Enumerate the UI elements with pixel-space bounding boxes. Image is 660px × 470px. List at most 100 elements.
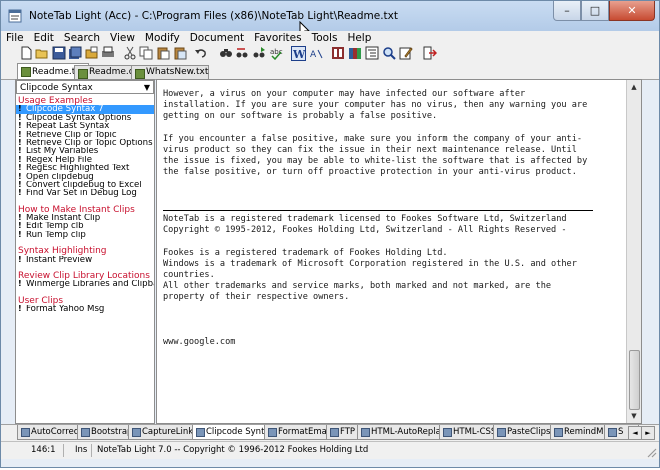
menu-view[interactable]: View (105, 31, 140, 45)
editor-text-block2[interactable]: NoteTab is a registered trademark licens… (163, 214, 633, 348)
clip-group-heading[interactable]: Syntax Highlighting (16, 247, 154, 256)
clip-item[interactable]: Retrieve Clip or Topic Options (16, 139, 154, 147)
menu-help[interactable]: Help (342, 31, 376, 45)
cut-icon[interactable] (123, 46, 137, 60)
find-icon[interactable] (219, 46, 233, 60)
library-icon[interactable] (348, 46, 362, 60)
tab-label: PasteClips (507, 427, 551, 437)
save-all-icon[interactable] (68, 46, 82, 60)
scroll-tabs-right-icon[interactable]: ► (641, 426, 655, 440)
exit-icon[interactable] (423, 46, 437, 60)
clip-item[interactable]: Open clipdebug (16, 173, 154, 181)
clip-item[interactable]: Repeat Last Syntax (16, 122, 154, 130)
quick-search-icon[interactable] (382, 46, 396, 60)
editor-text-block1[interactable]: However, a virus on your computer may ha… (163, 89, 633, 179)
clip-item[interactable]: Regex Help File (16, 156, 154, 164)
edit-clip-icon[interactable] (399, 46, 413, 60)
insert-mode: Ins (75, 445, 88, 455)
menu-favorites[interactable]: Favorites (249, 31, 306, 45)
save-icon[interactable] (52, 46, 66, 60)
status-info: NoteTab Light 7.0 -- Copyright © 1996-20… (97, 445, 369, 455)
clip-item[interactable]: List My Variables (16, 147, 154, 155)
tab-label: FormatEmail (278, 427, 332, 437)
library-icon (196, 428, 205, 437)
library-icon (608, 428, 617, 437)
font-size-icon[interactable]: A (310, 46, 324, 60)
scroll-up-icon[interactable]: ▲ (627, 80, 641, 94)
clip-library-value: Clipcode Syntax (20, 83, 93, 93)
cliptab-html-autoreplace[interactable]: HTML-AutoReplace (357, 425, 452, 440)
title-bar[interactable]: NoteTab Light (Acc) - C:\Program Files (… (1, 1, 659, 38)
replace-icon[interactable] (235, 46, 249, 60)
resize-grip-icon[interactable] (645, 446, 657, 458)
find-next-icon[interactable] (252, 46, 266, 60)
library-icon (268, 428, 277, 437)
close-button[interactable]: ✕ (609, 1, 655, 21)
clip-item[interactable]: Retrieve Clip or Topic (16, 131, 154, 139)
scrollbar-thumb[interactable] (629, 350, 640, 410)
tab-label: S (618, 427, 624, 437)
menu-tools[interactable]: Tools (307, 31, 343, 45)
clip-list: Usage ExamplesClipcode Syntax 7Clipcode … (16, 96, 154, 314)
print-icon[interactable] (101, 46, 115, 60)
document-icon (21, 67, 31, 77)
clip-item[interactable]: Make Instant Clip (16, 214, 154, 222)
paste-icon[interactable] (156, 46, 170, 60)
separator-line (163, 210, 593, 211)
tab-label: HTML-CSS (453, 427, 497, 437)
clip-item[interactable]: Find Var Set in Debug Log (16, 189, 154, 197)
clip-item[interactable]: Convert clipdebug to Excel (16, 181, 154, 189)
spell-check-icon[interactable]: abc (269, 46, 283, 60)
document-tab-bar: Readme.txt Readme.otl WhatsNew.txt (1, 63, 659, 80)
clip-item[interactable]: Format Yahoo Msg (16, 305, 154, 313)
menu-document[interactable]: Document (185, 31, 249, 45)
undo-icon[interactable] (194, 46, 208, 60)
library-icon (361, 428, 370, 437)
chevron-down-icon[interactable]: ▼ (144, 81, 150, 95)
tab-whatsnew-txt[interactable]: WhatsNew.txt (131, 65, 209, 79)
minimize-button[interactable]: – (553, 1, 581, 21)
status-divider (91, 444, 92, 457)
outline-icon[interactable] (365, 46, 379, 60)
open-icon[interactable] (35, 46, 49, 60)
paste-special-icon[interactable] (173, 46, 187, 60)
svg-text:A: A (310, 50, 317, 60)
document-icon (135, 69, 145, 79)
svg-text:W: W (292, 48, 306, 61)
maximize-button[interactable]: □ (581, 1, 609, 21)
clipbook-panel: Clipcode Syntax ▼ Usage ExamplesClipcode… (15, 79, 155, 424)
clip-item[interactable]: Edit Temp clb (16, 222, 154, 230)
clip-item[interactable]: Run Temp clip (16, 231, 154, 239)
menu-file[interactable]: File (1, 31, 29, 45)
vertical-scrollbar[interactable]: ▲ ▼ (626, 80, 641, 423)
clip-library-tab-bar: AutoCorrect Bootstrap CaptureLinks Clipc… (1, 424, 659, 441)
clip-item[interactable]: RegEsc Highlighted Text (16, 164, 154, 172)
clip-item[interactable]: Winmerge Libraries and Clipbars (16, 280, 154, 288)
app-window: NoteTab Light (Acc) - C:\Program Files (… (0, 0, 660, 468)
clip-item[interactable]: Instant Preview (16, 256, 154, 264)
clip-group-heading[interactable]: Review Clip Library Locations (16, 271, 154, 280)
clip-group-heading[interactable]: Usage Examples (16, 96, 154, 105)
menu-search[interactable]: Search (59, 31, 105, 45)
tab-label: FTP (340, 427, 356, 437)
library-icon (21, 428, 30, 437)
editor-area[interactable]: However, a virus on your computer may ha… (156, 79, 642, 424)
menu-modify[interactable]: Modify (140, 31, 185, 45)
new-icon[interactable] (19, 46, 33, 60)
tab-label: RemindMe (564, 427, 609, 437)
tab-label: AutoCorrect (31, 427, 82, 437)
menu-edit[interactable]: Edit (29, 31, 59, 45)
clip-group-heading[interactable]: User Clips (16, 296, 154, 305)
clip-item[interactable]: Clipcode Syntax Options (16, 114, 154, 122)
scroll-tabs-left-icon[interactable]: ◄ (628, 426, 642, 440)
app-icon (8, 9, 22, 23)
tab-label: Bootstrap (91, 427, 133, 437)
clip-group-heading[interactable]: How to Make Instant Clips (16, 205, 154, 214)
scroll-down-icon[interactable]: ▼ (627, 409, 641, 423)
open-folder-icon[interactable] (85, 46, 99, 60)
clip-item[interactable]: Clipcode Syntax 7 (16, 105, 154, 114)
copy-icon[interactable] (139, 46, 153, 60)
clip-library-select[interactable]: Clipcode Syntax ▼ (16, 80, 154, 94)
document-properties-icon[interactable] (331, 46, 345, 60)
word-wrap-icon[interactable]: W (291, 46, 306, 61)
